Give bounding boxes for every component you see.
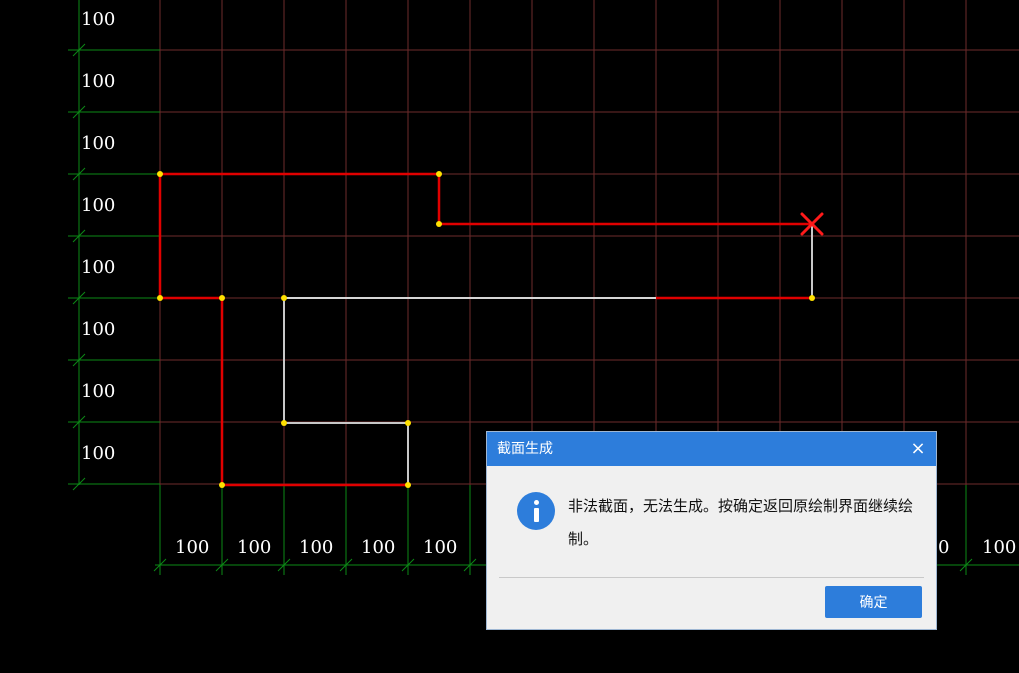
vertex <box>281 420 287 426</box>
dialog-title-bar[interactable]: 截面生成 × <box>487 432 936 466</box>
dim-label-bottom: 0 <box>938 537 950 558</box>
vertex <box>436 171 442 177</box>
dim-label-bottom: 100 <box>237 537 272 558</box>
dim-label-left: 100 <box>81 319 116 340</box>
vertex <box>157 295 163 301</box>
dialog-title: 截面生成 <box>497 441 553 457</box>
dim-label-bottom: 100 <box>982 537 1017 558</box>
dim-label-bottom: 100 <box>423 537 458 558</box>
dim-label-left: 100 <box>81 195 116 216</box>
info-icon <box>517 492 555 530</box>
dialog-message: 非法截面，无法生成。按确定返回原绘制界面继续绘制。 <box>568 497 914 548</box>
vertex <box>436 221 442 227</box>
dim-label-left: 100 <box>81 133 116 154</box>
vertex <box>281 295 287 301</box>
dim-label-left: 100 <box>81 257 116 278</box>
close-icon[interactable]: × <box>908 432 928 466</box>
vertex <box>405 482 411 488</box>
dim-label-left: 100 <box>81 381 116 402</box>
grid <box>159 0 1019 485</box>
vertex <box>405 420 411 426</box>
dim-label-bottom: 100 <box>299 537 334 558</box>
dialog-divider <box>499 577 924 578</box>
dim-label-bottom: 100 <box>361 537 396 558</box>
dim-label-left: 100 <box>81 71 116 92</box>
dim-label-bottom: 100 <box>175 537 210 558</box>
vertex <box>219 295 225 301</box>
vertex <box>157 171 163 177</box>
section-error-dialog: 截面生成 × 非法截面，无法生成。按确定返回原绘制界面继续绘制。 确定 <box>486 431 937 630</box>
dim-label-left: 100 <box>81 9 116 30</box>
vertex <box>809 295 815 301</box>
dim-label-left: 100 <box>81 443 116 464</box>
ok-button[interactable]: 确定 <box>825 586 922 618</box>
vertex <box>219 482 225 488</box>
